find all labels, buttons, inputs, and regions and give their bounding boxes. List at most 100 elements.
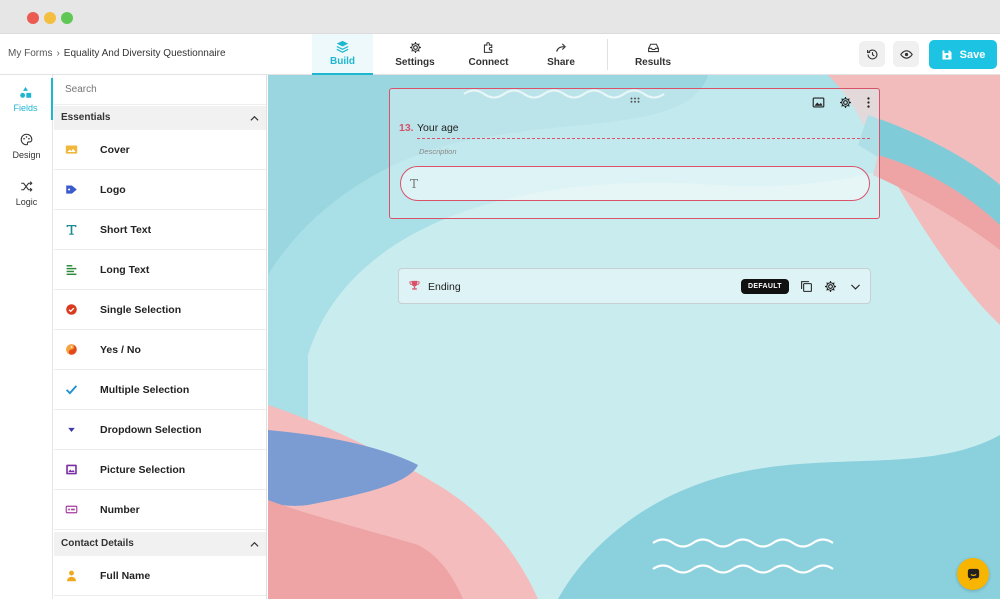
image-button[interactable] [811, 95, 825, 109]
long-text-icon [66, 265, 76, 276]
chat-bubble-icon [967, 568, 979, 581]
yes-no-icon [65, 344, 77, 355]
support-chat-button[interactable] [957, 558, 989, 590]
eye-icon [899, 49, 913, 59]
field-item-yes-no[interactable]: Yes / No [54, 330, 266, 370]
gear-icon [824, 280, 836, 292]
history-button[interactable] [859, 41, 885, 67]
field-item-short-text[interactable]: Short Text [54, 210, 266, 250]
section-title: Contact Details [61, 538, 134, 549]
palette-icon [20, 133, 33, 145]
tab-connect-label: Connect [468, 57, 509, 68]
dropdown-icon [67, 427, 75, 432]
drag-handle-icon[interactable] [630, 97, 640, 103]
fields-panel: Essentials Cover Logo Short Text Long Te… [54, 75, 267, 599]
question-title[interactable]: Your age [417, 122, 459, 134]
search-input[interactable] [54, 75, 266, 105]
field-item-label: Multiple Selection [100, 383, 190, 396]
tab-settings[interactable]: Settings [389, 34, 441, 75]
top-navigation: My Forms › Equality And Diversity Question… [0, 34, 1000, 75]
maximize-window-button[interactable] [61, 12, 73, 24]
field-item-single-selection[interactable]: Single Selection [54, 290, 266, 330]
shapes-icon [20, 86, 32, 98]
question-settings-button[interactable] [838, 95, 852, 109]
preview-button[interactable] [893, 41, 919, 67]
question-title-underline [417, 138, 870, 139]
window-titlebar [0, 0, 1000, 34]
tab-build[interactable]: Build [312, 34, 373, 75]
field-item-cover[interactable]: Cover [54, 130, 266, 170]
expand-button[interactable] [848, 279, 862, 293]
rail-item-fields-label: Fields [13, 102, 38, 113]
tab-settings-label: Settings [395, 57, 435, 68]
breadcrumb: My Forms › Equality And Diversity Question… [8, 48, 226, 59]
rail-item-fields[interactable]: Fields [0, 78, 53, 120]
ending-card[interactable]: Ending DEFAULT [398, 268, 871, 304]
person-icon [66, 570, 76, 582]
more-options-button[interactable] [861, 95, 875, 109]
field-item-label: Yes / No [100, 343, 141, 356]
text-t-icon [66, 225, 76, 235]
field-item-number[interactable]: Number [54, 490, 266, 530]
question-card[interactable]: 13. Your age Description T [389, 88, 880, 219]
field-item-picture-selection[interactable]: Picture Selection [54, 450, 266, 490]
ending-label: Ending [428, 281, 461, 293]
question-description[interactable]: Description [419, 147, 457, 156]
floppy-disk-icon [942, 50, 952, 59]
tab-results-label: Results [634, 57, 672, 68]
field-item-label: Single Selection [100, 303, 182, 316]
breadcrumb-current-form: Equality And Diversity Questionnaire [63, 48, 226, 59]
breadcrumb-my-forms[interactable]: My Forms [8, 48, 52, 59]
default-badge: DEFAULT [741, 279, 789, 294]
trophy-icon [409, 280, 420, 290]
form-canvas[interactable]: 13. Your age Description T Ending DEFAUL… [268, 75, 1000, 599]
rail-item-logic[interactable]: Logic [0, 172, 53, 214]
field-item-label: Logo [100, 183, 126, 196]
rail-item-design-label: Design [12, 149, 41, 160]
question-number: 13. [399, 122, 414, 134]
rail-item-logic-label: Logic [15, 196, 38, 207]
gear-icon [839, 96, 851, 108]
check-circle-icon [65, 304, 77, 315]
field-item-logo[interactable]: Logo [54, 170, 266, 210]
section-header-contact-details[interactable]: Contact Details [54, 532, 266, 556]
ending-settings-button[interactable] [823, 279, 837, 293]
nav-divider [607, 39, 608, 70]
puzzle-icon [483, 42, 493, 53]
text-t-icon: T [410, 177, 419, 191]
field-item-label: Dropdown Selection [100, 423, 202, 436]
tab-share[interactable]: Share [537, 34, 585, 75]
checkmark-icon [65, 385, 77, 395]
close-window-button[interactable] [27, 12, 39, 24]
inbox-icon [647, 43, 659, 53]
breadcrumb-separator: › [56, 48, 60, 59]
field-item-dropdown-selection[interactable]: Dropdown Selection [54, 410, 266, 450]
section-title: Essentials [61, 112, 111, 123]
rail-item-design[interactable]: Design [0, 125, 53, 167]
section-header-essentials[interactable]: Essentials [54, 106, 266, 130]
tab-build-label: Build [330, 56, 355, 67]
chevron-down-icon [850, 283, 860, 290]
field-item-label: Picture Selection [100, 463, 186, 476]
chevron-up-icon [250, 541, 259, 547]
duplicate-button[interactable] [799, 279, 813, 293]
chevron-up-icon [250, 115, 259, 121]
short-text-answer-input[interactable]: T [400, 166, 870, 201]
minimize-window-button[interactable] [44, 12, 56, 24]
share-arrow-icon [555, 43, 566, 52]
tab-results[interactable]: Results [628, 34, 678, 75]
tab-share-label: Share [547, 57, 575, 68]
left-rail: Fields Design Logic [0, 75, 53, 599]
field-item-full-name[interactable]: Full Name [54, 556, 266, 596]
field-item-label: Cover [100, 143, 130, 156]
history-icon [866, 48, 878, 60]
save-button[interactable]: Save [929, 40, 997, 69]
save-button-label: Save [959, 48, 986, 61]
copy-icon [800, 280, 812, 292]
shuffle-icon [21, 180, 33, 192]
field-item-multiple-selection[interactable]: Multiple Selection [54, 370, 266, 410]
field-item-label: Full Name [100, 569, 151, 582]
field-item-long-text[interactable]: Long Text [54, 250, 266, 290]
field-item-label: Short Text [100, 223, 152, 236]
tab-connect[interactable]: Connect [462, 34, 515, 75]
